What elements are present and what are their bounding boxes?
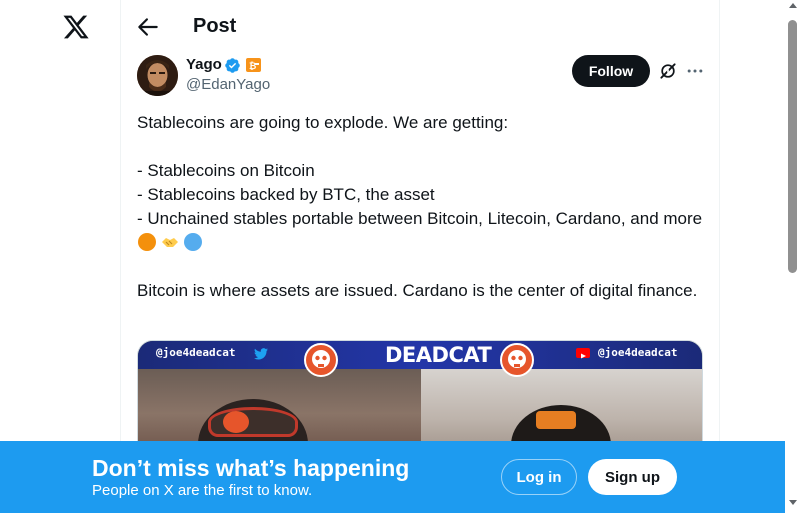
tweet-text: Stablecoins are going to explode. We are…	[137, 111, 703, 303]
scroll-down-arrow-icon[interactable]	[789, 500, 797, 505]
youtube-icon	[576, 348, 590, 359]
signup-button[interactable]: Sign up	[588, 459, 677, 495]
video-banner: @joe4deadcat DEADCAT @joe4deadcat	[138, 341, 702, 377]
tweet-bullet-text: - Unchained stables portable between Bit…	[137, 209, 703, 228]
left-nav-rail	[0, 0, 121, 513]
skull-logo-left-icon	[304, 343, 338, 377]
tweet-bullet: - Stablecoins backed by BTC, the asset	[137, 185, 435, 204]
avatar[interactable]	[137, 55, 178, 96]
banner-handle-left: @joe4deadcat	[156, 346, 236, 359]
login-button[interactable]: Log in	[501, 459, 577, 495]
tweet-blank-line: ​	[137, 255, 703, 279]
signup-prompt-heading: Don’t miss what’s happening	[92, 455, 410, 481]
bitcoin-affiliate-badge-icon[interactable]: ₿	[246, 58, 261, 72]
more-horizontal-icon[interactable]	[685, 61, 705, 81]
tweet-line: Bitcoin is where assets are issued. Card…	[137, 281, 698, 300]
scroll-up-arrow-icon[interactable]	[789, 3, 797, 8]
banner-handle-right: @joe4deadcat	[598, 346, 678, 359]
handshake-icon	[160, 232, 180, 252]
signup-prompt-subheading: People on X are the first to know.	[92, 482, 313, 499]
grok-icon[interactable]	[658, 61, 678, 81]
post-column: Post Yago ₿ @EdanYago Follow Stablecoins…	[120, 0, 720, 513]
twitter-bird-icon	[254, 347, 268, 360]
tweet-blank-line: ​	[137, 135, 703, 159]
signup-prompt-bar: Don’t miss what’s happening People on X …	[0, 441, 785, 513]
person-right-cap-logo	[536, 411, 576, 429]
arrow-left-icon[interactable]	[135, 14, 161, 40]
x-logo-icon[interactable]	[62, 13, 90, 41]
page-scrollbar[interactable]	[785, 0, 800, 513]
tweet-bullet-with-emojis: - Unchained stables portable between Bit…	[137, 207, 703, 255]
skull-logo-right-icon	[500, 343, 534, 377]
banner-title: DEADCAT	[385, 343, 492, 367]
orange-circle-icon	[137, 232, 157, 252]
svg-text:₿: ₿	[249, 61, 256, 72]
blue-circle-icon	[183, 232, 203, 252]
scrollbar-thumb[interactable]	[788, 20, 797, 273]
tweet-line: Stablecoins are going to explode. We are…	[137, 113, 509, 132]
author-handle[interactable]: @EdanYago	[186, 76, 270, 94]
page-title: Post	[193, 15, 237, 37]
verified-badge-icon	[224, 57, 241, 74]
author-name[interactable]: Yago	[186, 56, 222, 74]
tweet-bullet: - Stablecoins on Bitcoin	[137, 161, 315, 180]
person-left-cap-logo	[223, 411, 249, 433]
post-header: Post	[121, 0, 720, 53]
person-left-cap	[208, 407, 298, 437]
follow-button[interactable]: Follow	[572, 55, 650, 87]
